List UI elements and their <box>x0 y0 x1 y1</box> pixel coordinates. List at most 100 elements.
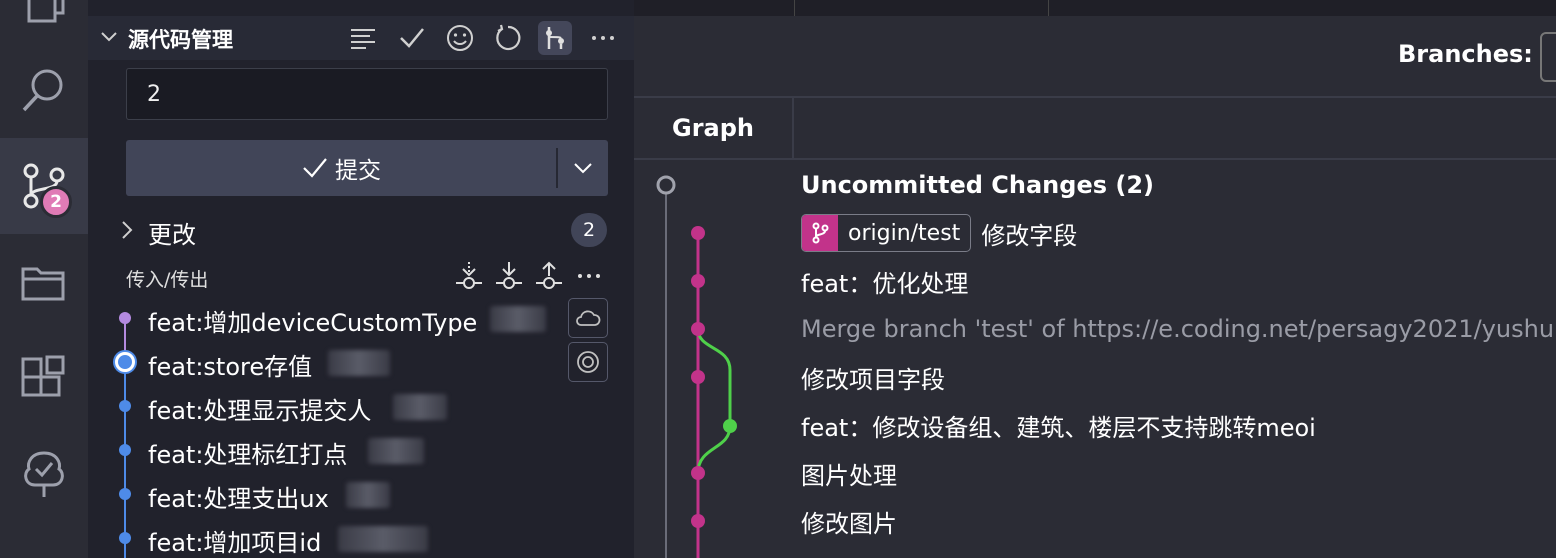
branches-label: Branches: <box>1398 40 1533 68</box>
incoming-outgoing-header: 传入/传出 <box>88 258 634 296</box>
check-icon <box>400 28 424 48</box>
graph-row[interactable]: 修改图片 <box>801 497 897 545</box>
commit-item[interactable]: feat:增加deviceCustomType <box>88 296 634 340</box>
view-as-tree-button[interactable] <box>346 21 380 55</box>
changes-section-header[interactable]: 更改 2 <box>88 208 634 252</box>
commit-item[interactable]: feat:处理显示提交人 <box>88 384 634 428</box>
commit-message: feat:增加项目id <box>148 529 322 557</box>
folder-icon <box>21 267 65 301</box>
graph-toggle-button[interactable] <box>538 21 572 55</box>
commit-author <box>368 438 424 464</box>
commit-message-input[interactable] <box>126 68 608 120</box>
target-icon <box>577 351 599 373</box>
fetch-icon <box>456 262 482 289</box>
commit-dot <box>119 400 131 412</box>
commit-node <box>691 466 705 480</box>
git-graph-view: Branches: Graph Uncommitted Changes (2) … <box>634 0 1556 558</box>
graph-row[interactable]: 修改项目字段 <box>801 353 945 401</box>
commit-item[interactable]: feat:增加项目id <box>88 516 634 558</box>
activity-search[interactable] <box>0 42 88 138</box>
scm-title: 源代码管理 <box>128 28 233 52</box>
extensions-icon <box>21 355 65 397</box>
activity-source-control[interactable] <box>0 138 88 234</box>
commit-dropdown-button[interactable] <box>558 140 608 196</box>
graph-icon <box>546 27 564 49</box>
commit-node <box>691 514 705 528</box>
chevron-down-icon[interactable] <box>98 26 120 48</box>
branch-tag[interactable]: origin/test <box>801 214 972 252</box>
more-icon <box>592 36 614 40</box>
graph-row[interactable]: 图片处理 <box>801 449 897 497</box>
activity-extensions[interactable] <box>0 330 88 426</box>
fetch-button[interactable] <box>452 258 486 294</box>
commit-message: 图片处理 <box>801 461 897 490</box>
cloud-action-button[interactable] <box>568 298 608 338</box>
source-control-panel: 源代码管理 提交 更改 2 <box>88 0 634 558</box>
commit-button[interactable]: 提交 <box>126 140 556 196</box>
commit-message: feat:处理显示提交人 <box>148 397 372 425</box>
merge-line <box>696 328 732 474</box>
commit-author <box>393 394 447 420</box>
pull-button[interactable] <box>492 258 526 294</box>
io-more-button[interactable] <box>572 258 606 294</box>
copy-icon <box>27 0 65 23</box>
changes-count-badge: 2 <box>571 213 607 247</box>
graph-row[interactable]: feat：优化处理 <box>801 257 968 305</box>
chevron-down-icon <box>574 163 592 174</box>
activity-tree-check[interactable] <box>0 426 88 522</box>
commit-dot <box>119 532 131 544</box>
search-icon <box>22 69 63 112</box>
commit-node <box>723 419 737 433</box>
activity-folders[interactable] <box>0 234 88 330</box>
graph-row[interactable]: origin/test 修改字段 <box>801 209 1077 257</box>
branches-dropdown[interactable] <box>1540 32 1556 82</box>
commit-item[interactable]: feat:处理支出ux <box>88 472 634 516</box>
editor-tab-strip <box>634 0 1556 16</box>
commit-message: Uncommitted Changes (2) <box>801 171 1155 199</box>
commit-message: feat:store存值 <box>148 353 313 381</box>
graph-table-header: Graph <box>634 96 1556 160</box>
check-icon <box>303 158 327 178</box>
branch-icon <box>802 215 838 251</box>
commit-message: feat:处理标红打点 <box>148 441 348 469</box>
commit-message: 修改图片 <box>801 509 897 538</box>
commit-dot <box>119 444 131 456</box>
pull-icon <box>496 262 522 289</box>
commit-message: 修改项目字段 <box>801 365 945 394</box>
commit-author <box>338 526 428 552</box>
graph-row[interactable]: Uncommitted Changes (2) <box>801 161 1154 209</box>
commit-dot-current <box>115 352 135 372</box>
commit-author <box>490 306 546 332</box>
changes-label: 更改 <box>148 221 196 249</box>
commit-author <box>346 482 390 508</box>
commit-author <box>328 350 390 376</box>
uncommitted-node <box>656 175 676 195</box>
target-action-button[interactable] <box>568 342 608 382</box>
commit-node <box>691 226 705 240</box>
view-as-tree-icon <box>351 29 375 49</box>
commit-item[interactable]: feat:store存值 <box>88 340 634 384</box>
graph-row[interactable]: feat：修改设备组、建筑、楼层不支持跳转meoi <box>801 401 1316 449</box>
more-actions-button[interactable] <box>586 21 620 55</box>
graph-row[interactable]: Merge branch 'test' of https://e.coding.… <box>801 305 1554 353</box>
emoji-icon <box>447 25 473 51</box>
commit-graph <box>656 175 737 558</box>
cloud-icon <box>576 310 601 326</box>
more-icon <box>578 274 600 278</box>
commit-check-button[interactable] <box>395 21 429 55</box>
branch-name: origin/test <box>848 220 961 246</box>
graph-column-header[interactable]: Graph <box>634 98 794 158</box>
emoji-button[interactable] <box>443 21 477 55</box>
commit-button-group: 提交 <box>126 140 608 196</box>
incoming-outgoing-label: 传入/传出 <box>126 269 209 291</box>
commit-message: Merge branch 'test' of https://e.coding.… <box>801 315 1555 343</box>
incoming-outgoing-commit-list: feat:增加deviceCustomType feat:store存值 fea… <box>88 296 634 558</box>
push-button[interactable] <box>532 258 566 294</box>
commit-item[interactable]: feat:处理标红打点 <box>88 428 634 472</box>
refresh-button[interactable] <box>491 21 525 55</box>
scm-header: 源代码管理 <box>88 16 634 60</box>
commit-node <box>691 322 705 336</box>
commit-message: 修改字段 <box>981 221 1078 250</box>
divider <box>1048 0 1049 16</box>
commit-message: feat:处理支出ux <box>148 485 329 513</box>
